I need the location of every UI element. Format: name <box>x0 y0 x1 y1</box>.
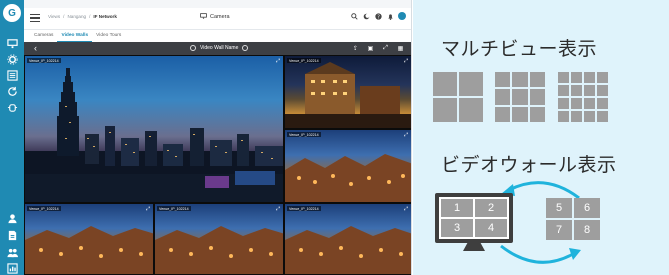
help-icon[interactable]: ? <box>374 12 382 20</box>
expand-icon[interactable]: ⤢ <box>146 206 150 212</box>
video-tile[interactable]: Venue_IP_102214 ⤢ <box>24 203 154 275</box>
avatar[interactable] <box>398 12 406 20</box>
breadcrumb-current[interactable]: IF Network <box>93 14 116 19</box>
view-tabs: Cameras Video Walls Video Tours <box>24 30 411 42</box>
document-icon[interactable] <box>6 230 18 240</box>
back-button[interactable]: ‹ <box>34 43 37 53</box>
upload-icon[interactable]: ⇪ <box>352 44 359 52</box>
screen-cell: 2 <box>475 199 507 217</box>
breadcrumb-item[interactable]: Views <box>48 14 60 19</box>
screen-cell: 6 <box>574 198 600 218</box>
expand-icon[interactable]: ⤢ <box>276 58 280 64</box>
tile-label: Venue_IP_102214 <box>287 132 321 137</box>
top-bar: Views / Nangang / IF Network Camera ? <box>24 8 411 30</box>
camera-icon[interactable]: ▣ <box>367 44 374 52</box>
tile-label: Venue_IP_102214 <box>287 58 321 63</box>
video-tile[interactable]: Venue_IP_102214 ⤢ <box>284 129 411 203</box>
screen-cell: 3 <box>441 219 473 237</box>
svg-text:?: ? <box>377 14 380 20</box>
sidebar-rail: G <box>0 0 24 275</box>
breadcrumb: Views / Nangang / IF Network <box>48 14 117 19</box>
layout-2x2-icon <box>433 72 483 122</box>
breadcrumb-item[interactable]: Nangang <box>67 14 86 19</box>
monitor-stand <box>463 243 485 251</box>
screen-cell: 8 <box>574 220 600 240</box>
monitor-icon[interactable] <box>6 38 18 48</box>
gear-icon[interactable] <box>6 53 18 65</box>
grid-icon[interactable]: ▦ <box>397 44 404 52</box>
tile-label: Venue_IP_102214 <box>27 206 61 211</box>
expand-icon[interactable]: ⤢ <box>404 206 408 212</box>
user-icon[interactable] <box>6 213 18 223</box>
page-title-text: Camera <box>210 14 230 20</box>
screen-cell: 7 <box>546 220 572 240</box>
feature-illustration: マルチビュー表示 ビデオウォール表示 1 2 3 4 5 6 7 8 <box>413 0 669 275</box>
expand-icon[interactable]: ⤢ <box>276 206 280 212</box>
users-icon[interactable] <box>6 247 18 257</box>
multiview-heading: マルチビュー表示 <box>441 39 598 60</box>
video-tile[interactable]: Venue_IP_102214 ⤢ <box>284 203 411 275</box>
app-window: G Views / Nangang / IF Network Camera ? … <box>0 0 412 275</box>
remote-screens: 5 6 7 8 <box>546 198 600 240</box>
next-icon[interactable] <box>242 45 249 51</box>
page-title: Camera <box>200 13 230 21</box>
monitor-small-icon <box>200 13 207 21</box>
video-tile[interactable]: Venue_IP_102214 ⤢ <box>24 55 284 203</box>
screen-cell: 4 <box>475 219 507 237</box>
video-wall-name: Video Wall Name <box>200 45 239 51</box>
expand-icon[interactable]: ⤢ <box>404 132 408 138</box>
bell-icon[interactable] <box>386 12 394 20</box>
videowall-heading: ビデオウォール表示 <box>441 155 617 176</box>
list-icon[interactable] <box>6 69 18 81</box>
refresh-icon[interactable] <box>6 86 18 96</box>
previous-icon[interactable] <box>190 45 196 51</box>
video-tile[interactable]: Venue_IP_102214 ⤢ <box>284 55 411 129</box>
fullscreen-icon[interactable]: ⤢ <box>382 44 389 52</box>
video-wall-toolbar: ‹ Video Wall Name ⇪ ▣ ⤢ ▦ <box>24 42 411 55</box>
hamburger-menu-icon[interactable] <box>30 14 40 22</box>
wall-tools: ⇪ ▣ ⤢ ▦ <box>352 44 404 52</box>
screen-cell: 1 <box>441 199 473 217</box>
arrow-right-icon <box>500 244 581 264</box>
video-wall-grid: Venue_IP_102214 ⤢ Venue_IP_102214 ⤢ Venu… <box>24 55 411 275</box>
search-icon[interactable] <box>350 12 358 20</box>
tile-label: Venue_IP_102214 <box>157 206 191 211</box>
moon-icon[interactable] <box>362 12 370 20</box>
tab-cameras[interactable]: Cameras <box>30 30 57 42</box>
app-logo[interactable]: G <box>3 4 21 22</box>
header-toolbar: ? <box>350 12 406 20</box>
monitor-icon: 1 2 3 4 <box>435 193 513 243</box>
report-icon[interactable] <box>6 262 18 274</box>
layout-3x3-icon <box>495 72 545 122</box>
tile-label: Venue_IP_102214 <box>27 58 61 63</box>
layout-4x4-icon <box>558 72 608 122</box>
video-wall-title: Video Wall Name <box>190 45 249 51</box>
expand-icon[interactable]: ⤢ <box>404 58 408 64</box>
video-tile[interactable]: Venue_IP_102214 ⤢ <box>154 203 284 275</box>
tab-video-tours[interactable]: Video Tours <box>92 30 125 42</box>
bug-icon[interactable] <box>6 102 18 112</box>
screen-cell: 5 <box>546 198 572 218</box>
tile-label: Venue_IP_102214 <box>287 206 321 211</box>
tab-video-walls[interactable]: Video Walls <box>57 30 93 42</box>
